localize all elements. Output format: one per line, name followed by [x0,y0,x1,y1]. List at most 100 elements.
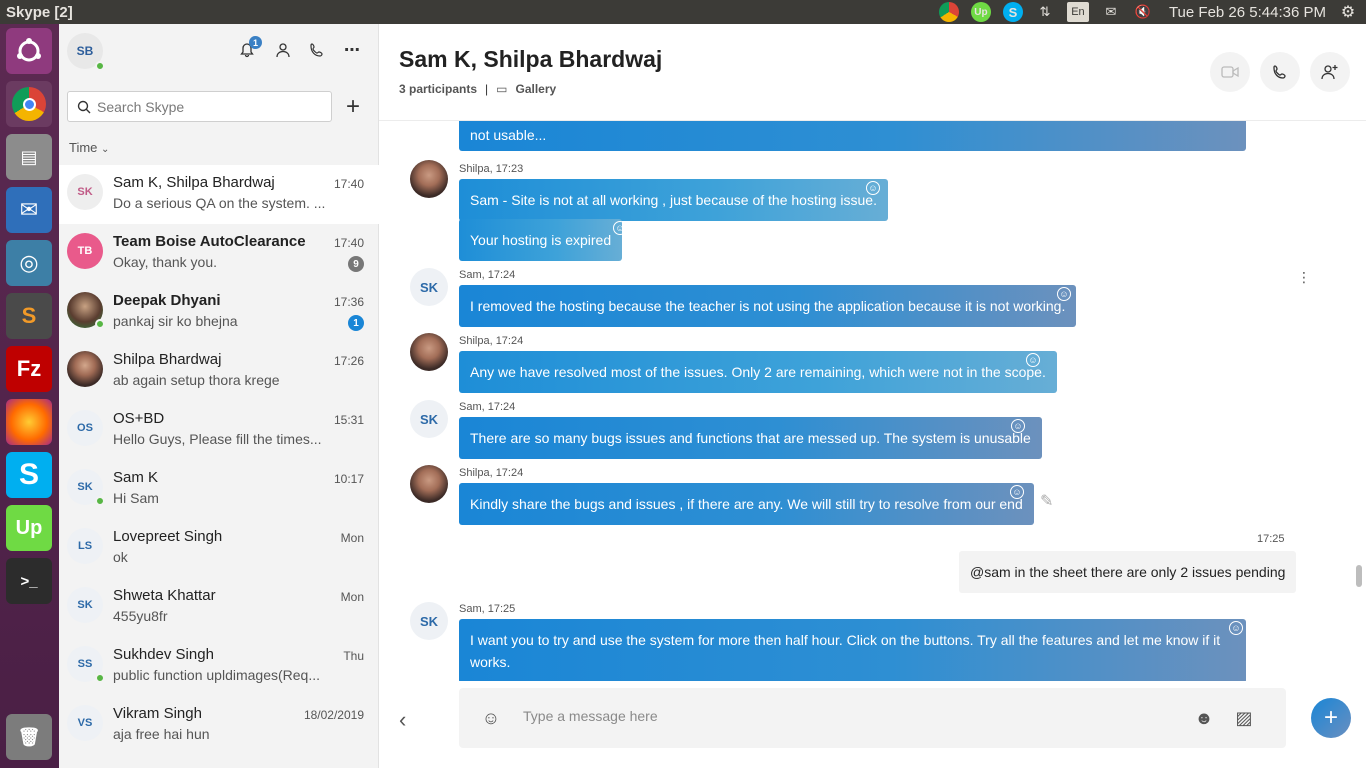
message-more-options-icon[interactable]: ⋮ [1297,269,1311,286]
volume-muted-icon[interactable]: 🔇 [1133,2,1153,22]
network-icon[interactable]: ⇅ [1035,2,1055,22]
calls-dialpad-icon[interactable] [305,38,329,62]
contact-time: 17:26 [333,354,364,368]
reaction-smiley-icon[interactable]: ☺ [1229,621,1243,635]
contact-item[interactable]: OS OS+BD Hello Guys, Please fill the tim… [59,401,379,460]
sam-avatar[interactable]: SK [410,268,448,306]
sticker-icon[interactable]: ☻ [1192,706,1216,730]
thunderbird-launcher-icon[interactable]: ✉ [6,187,52,233]
firefox-launcher-icon[interactable] [6,399,52,445]
terminal-launcher-icon[interactable]: >_ [6,558,52,604]
chat-title[interactable]: Sam K, Shilpa Bhardwaj [399,46,662,73]
contact-preview: Hi Sam [113,490,159,506]
new-chat-plus-button[interactable]: + [341,93,365,120]
contact-item[interactable]: LS Lovepreet Singh ok Mon [59,519,379,578]
contact-item[interactable]: SK Sam K, Shilpa Bhardwaj Do a serious Q… [59,165,379,224]
message-bubble[interactable]: Kindly share the bugs and issues , if th… [459,483,1034,525]
system-top-bar: Skype [2] Up S ⇅ En ✉ 🔇 Tue Feb 26 5:44:… [0,0,1366,24]
message-bubble[interactable]: Sam - Site is not at all working , just … [459,179,888,221]
reaction-smiley-icon[interactable]: ☺ [1011,419,1025,433]
contact-item[interactable]: Shilpa Bhardwaj ab again setup thora kre… [59,342,379,401]
message-meta: Sam, 17:24 [459,401,516,413]
chrome-tray-icon[interactable] [938,2,959,22]
sam-avatar[interactable]: SK [410,400,448,438]
contact-name: Sukhdev Singh [113,646,214,663]
back-chevron-icon[interactable]: ‹ [399,707,406,733]
add-content-fab-button[interactable]: + [1311,698,1351,738]
contact-time: Thu [343,649,364,663]
files-launcher-icon[interactable]: ▤ [6,134,52,180]
sort-dropdown[interactable]: Time ⌄ [69,140,109,155]
message-bubble[interactable]: I removed the hosting because the teache… [459,285,1077,327]
message-bubble[interactable]: I want you to try and use the system for… [459,619,1246,681]
contact-item[interactable]: SK Shweta Khattar 455yu8fr Mon [59,578,379,637]
contact-item[interactable]: TB Team Boise AutoClearance Okay, thank … [59,224,379,283]
contact-time: Mon [340,590,364,604]
contact-preview: Do a serious QA on the system. ... [113,195,326,211]
filezilla-launcher-icon[interactable]: Fz [6,346,52,392]
unread-badge: 1 [348,315,364,331]
remmina-launcher-icon[interactable]: ◎ [6,240,52,286]
chrome-icon [12,87,46,121]
sam-avatar[interactable]: SK [410,602,448,640]
online-status-dot [95,61,105,71]
sublime-launcher-icon[interactable]: S [6,293,52,339]
search-input[interactable] [97,98,317,115]
reaction-smiley-icon[interactable]: ☺ [1026,353,1040,367]
clock[interactable]: Tue Feb 26 5:44:36 PM [1169,4,1326,21]
contact-preview: ab again setup thora krege [113,372,280,388]
upwork-launcher-icon[interactable]: Up [6,505,52,551]
reaction-smiley-icon[interactable]: ☺ [1010,485,1024,499]
settings-gear-icon[interactable]: ⚙ [1338,2,1358,22]
shilpa-avatar[interactable] [410,333,448,371]
contact-item[interactable]: VS Vikram Singh aja free hai hun 18/02/2… [59,696,379,755]
my-avatar[interactable]: SB [67,33,105,71]
trash-launcher-icon[interactable]: 🗑 [6,714,52,760]
edit-pencil-icon[interactable]: ✎ [1040,491,1053,511]
message-meta: Sam, 17:25 [459,603,516,615]
contact-name: Deepak Dhyani [113,292,221,309]
upwork-tray-icon[interactable]: Up [970,2,991,22]
contact-time: 17:40 [333,177,364,191]
gallery-link[interactable]: Gallery [516,82,557,96]
contact-avatar: LS [67,528,103,564]
contact-name: Team Boise AutoClearance [113,233,306,250]
search-box[interactable] [67,91,332,122]
chrome-launcher-icon[interactable] [6,81,52,127]
window-title: Skype [2] [6,3,73,21]
emoji-icon[interactable]: ☺ [479,706,503,730]
ubuntu-dash-icon[interactable] [6,28,52,74]
message-bubble[interactable]: Your hosting is expired [459,219,623,261]
contact-item[interactable]: Deepak Dhyani pankaj sir ko bhejna 17:36… [59,283,379,342]
reaction-smiley-icon[interactable]: ☺ [866,181,880,195]
media-gallery-icon[interactable]: ▨ [1232,706,1256,730]
shilpa-avatar[interactable] [410,465,448,503]
video-call-button[interactable] [1210,52,1250,92]
reaction-smiley-icon[interactable]: ☺ [613,221,627,235]
add-participant-button[interactable] [1310,52,1350,92]
mail-icon[interactable]: ✉ [1101,2,1121,22]
reaction-smiley-icon[interactable]: ☺ [1057,287,1071,301]
ubuntu-logo-icon [17,38,41,62]
keyboard-layout-indicator[interactable]: En [1066,2,1089,22]
message-bubble[interactable]: Any we have resolved most of the issues.… [459,351,1057,393]
skype-tray-icon[interactable]: S [1002,2,1023,22]
participants-link[interactable]: 3 participants [399,82,477,96]
audio-call-button[interactable] [1260,52,1300,92]
contact-item[interactable]: SS Sukhdev Singh public function upldima… [59,637,379,696]
message-meta: Shilpa, 17:23 [459,163,524,175]
message-meta: Shilpa, 17:24 [459,335,524,347]
contacts-icon[interactable] [271,38,295,62]
my-message-bubble[interactable]: @sam in the sheet there are only 2 issue… [959,551,1297,593]
skype-launcher-icon[interactable]: S [6,452,52,498]
shilpa-avatar[interactable] [410,160,448,198]
message-bubble[interactable]: There are so many bugs issues and functi… [459,417,1042,459]
sidebar: SB 1 ⋯ + Time ⌄ SK Sam K, Shilpa Bhardwa… [59,24,379,768]
message-input[interactable] [523,708,1123,724]
contact-name: Shweta Khattar [113,587,216,604]
contact-avatar: SK [67,587,103,623]
more-options-icon[interactable]: ⋯ [340,38,364,62]
scrollbar-thumb[interactable] [1356,565,1362,587]
contact-item[interactable]: SK Sam K Hi Sam 10:17 [59,460,379,519]
message-bubble[interactable]: not usable... [459,121,1246,151]
